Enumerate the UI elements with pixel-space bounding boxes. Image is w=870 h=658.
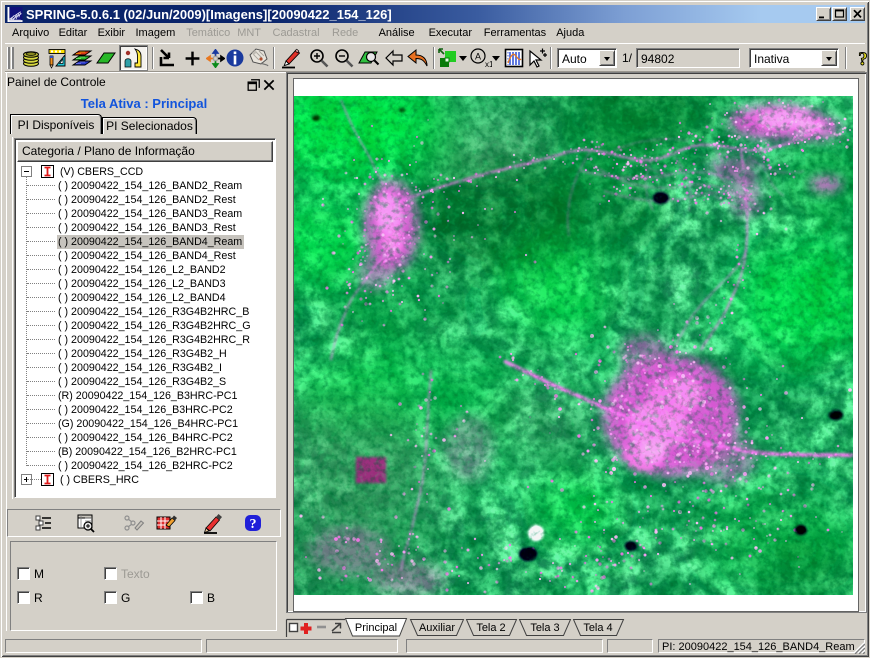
svg-text:Tela 3: Tela 3 <box>530 622 559 634</box>
svg-text:?: ? <box>250 517 257 532</box>
svg-text:A: A <box>475 52 481 62</box>
svg-text:?: ? <box>858 49 868 69</box>
svg-text:Auxiliar: Auxiliar <box>419 622 455 634</box>
svg-text:Principal: Principal <box>355 622 397 634</box>
svg-text:Tela 2: Tela 2 <box>476 622 505 634</box>
svg-text:Tela 4: Tela 4 <box>583 622 612 634</box>
